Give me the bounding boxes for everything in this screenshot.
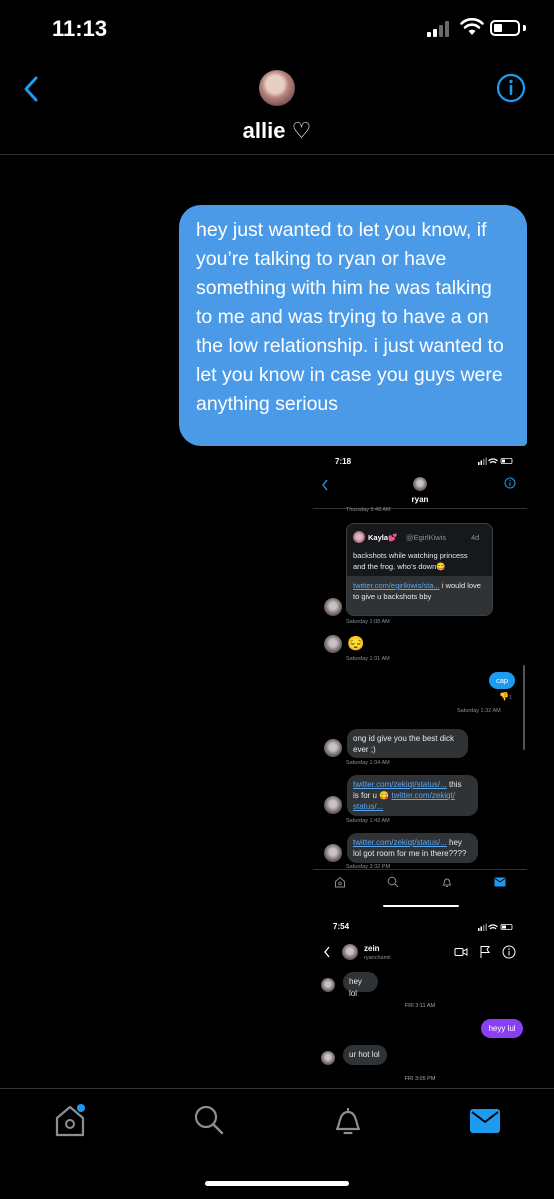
status-time: 11:13 <box>52 16 108 41</box>
tweet-text-line1: backshots while watching princess <box>353 551 468 560</box>
shot1-msg5-link3: status/... <box>353 802 384 811</box>
shot1-mail-icon <box>494 877 506 887</box>
shot1-status-time: 7:18 <box>335 457 352 466</box>
shot1-msg5-text-a: this <box>446 780 462 789</box>
attached-screenshot-1[interactable]: 7:18 ryan Thursday 9:48 AM Kayla💕 @Egirl… <box>313 450 527 895</box>
shot1-sender-avatar <box>324 598 342 616</box>
contact-avatar[interactable] <box>259 70 295 106</box>
shot2-video-icon <box>454 948 468 956</box>
shot1-msg6-link: twitter.com/zekiqt/status/... <box>353 838 447 847</box>
shot1-msg2-emoji: 😔 <box>347 635 365 651</box>
shot1-msg6-text-a: hey <box>446 838 462 847</box>
shot2-msg1-time: FRI 3:11 AM <box>404 1003 436 1009</box>
shot1-msg4-line2: ever ;) <box>353 745 376 754</box>
shot1-back-icon <box>322 479 328 491</box>
shot1-contact-name: ryan <box>411 495 429 504</box>
attached-screenshot-2[interactable]: 7:54 zein ryanchamii hey lol FRI 3:11 AM… <box>313 915 527 1085</box>
heart-icon: ♡ <box>291 118 312 143</box>
home-indicator <box>205 1181 349 1186</box>
shot2-flag-icon <box>480 946 490 958</box>
shot1-bell-icon <box>442 878 452 887</box>
shot2-msg3-time: FRI 3:05 PM <box>404 1076 436 1082</box>
home-notification-dot <box>77 1104 85 1112</box>
shot1-msg5-link: twitter.com/zekiqt/status/... <box>353 780 447 789</box>
shot1-msg1-time: Saturday 1:08 AM <box>346 619 390 625</box>
tweet-text-line2: and the frog. who’s down😋 <box>353 562 446 571</box>
reaction-count: 1 <box>508 695 512 701</box>
shot2-sender-avatar <box>321 978 335 992</box>
shot1-msg2-time: Saturday 1:31 AM <box>346 656 390 662</box>
shot1-msg4-time: Saturday 1:34 AM <box>346 760 390 766</box>
wifi-icon <box>460 18 484 35</box>
battery-icon <box>490 20 520 36</box>
shot2-msg2-bubble: heyy lul <box>481 1019 523 1038</box>
shot1-sender-avatar <box>324 796 342 814</box>
shot1-home-indicator <box>383 905 459 907</box>
notifications-icon[interactable] <box>332 1104 364 1136</box>
shot1-msg1-text: twitter.com/egirlkiwis/sta... i would lo… <box>353 580 487 602</box>
contact-name[interactable]: allie ♡ <box>0 118 554 144</box>
shot1-scrollbar <box>523 665 525 750</box>
shot1-tweet-card: Kayla💕 @EgirlKiwis 4d backshots while wa… <box>346 523 493 616</box>
messages-icon[interactable] <box>469 1107 501 1135</box>
shot1-sender-avatar <box>324 844 342 862</box>
tweet-handle: @EgirlKiwis <box>406 533 447 542</box>
battery-cap <box>523 25 526 31</box>
tweet-age: 4d <box>471 533 480 542</box>
header-divider <box>0 154 554 155</box>
shot1-msg5-link2: twitter.com/zekiqt/ <box>391 791 455 800</box>
shot2-back-icon <box>324 946 330 958</box>
shot1-msg1-link: twitter.com/egirlkiwis/sta... <box>353 581 440 590</box>
shot1-msg5-bubble: twitter.com/zekiqt/status/... this is fo… <box>347 775 478 816</box>
tweet-author-avatar <box>353 531 365 543</box>
shot1-msg3-bubble: cap <box>489 672 515 689</box>
shot1-sender-avatar <box>324 635 342 653</box>
shot1-msg6-bubble: twitter.com/zekiqt/status/... hey lol go… <box>347 833 478 863</box>
shot2-contact-name: zein <box>364 944 380 953</box>
shot2-avatar <box>342 944 358 960</box>
tab-bar-divider <box>0 1088 554 1089</box>
shot1-home-icon <box>335 876 345 888</box>
info-icon[interactable] <box>496 73 526 103</box>
shot2-status-icons <box>478 923 513 931</box>
shot1-msg4-line1: ong id give you the best dick <box>353 734 454 743</box>
shot1-msg3-time: Saturday 1:32 AM <box>457 708 501 714</box>
search-icon[interactable] <box>193 1104 225 1136</box>
thumbs-down-icon: 👎 <box>499 692 509 701</box>
shot1-tab-bar <box>313 869 527 895</box>
shot1-msg5-text-b: is for u 😋 <box>353 791 392 800</box>
home-icon[interactable] <box>54 1104 88 1138</box>
shot2-status-time: 7:54 <box>333 922 350 931</box>
shot1-reaction: 👎1 <box>499 692 512 701</box>
sent-message-bubble[interactable]: hey just wanted to let you know, if you’… <box>179 205 527 446</box>
shot1-avatar <box>413 477 427 491</box>
signal-icon <box>427 21 449 37</box>
shot1-msg5-time: Saturday 1:43 AM <box>346 818 390 824</box>
shot2-msg3-bubble: ur hot lol <box>343 1045 387 1065</box>
contact-name-text: allie <box>242 118 286 143</box>
shot1-msg6-text-b: lol got room for me in there???? <box>353 849 467 858</box>
shot1-info-icon <box>504 477 516 489</box>
shot2-info-icon <box>502 945 516 959</box>
back-chevron-icon[interactable] <box>22 75 40 103</box>
shot2-sender-avatar <box>321 1051 335 1065</box>
shot1-search-icon <box>387 876 399 888</box>
tweet-author: Kayla💕 <box>368 533 398 542</box>
shot1-sender-avatar <box>324 739 342 757</box>
shot1-status-icons <box>478 457 513 465</box>
shot1-timestamp: Thursday 9:48 AM <box>346 507 391 513</box>
shot1-msg4-bubble: ong id give you the best dick ever ;) <box>347 729 468 758</box>
shot2-msg1-bubble: hey lol <box>343 972 378 998</box>
shot2-contact-handle: ryanchamii <box>364 955 391 961</box>
